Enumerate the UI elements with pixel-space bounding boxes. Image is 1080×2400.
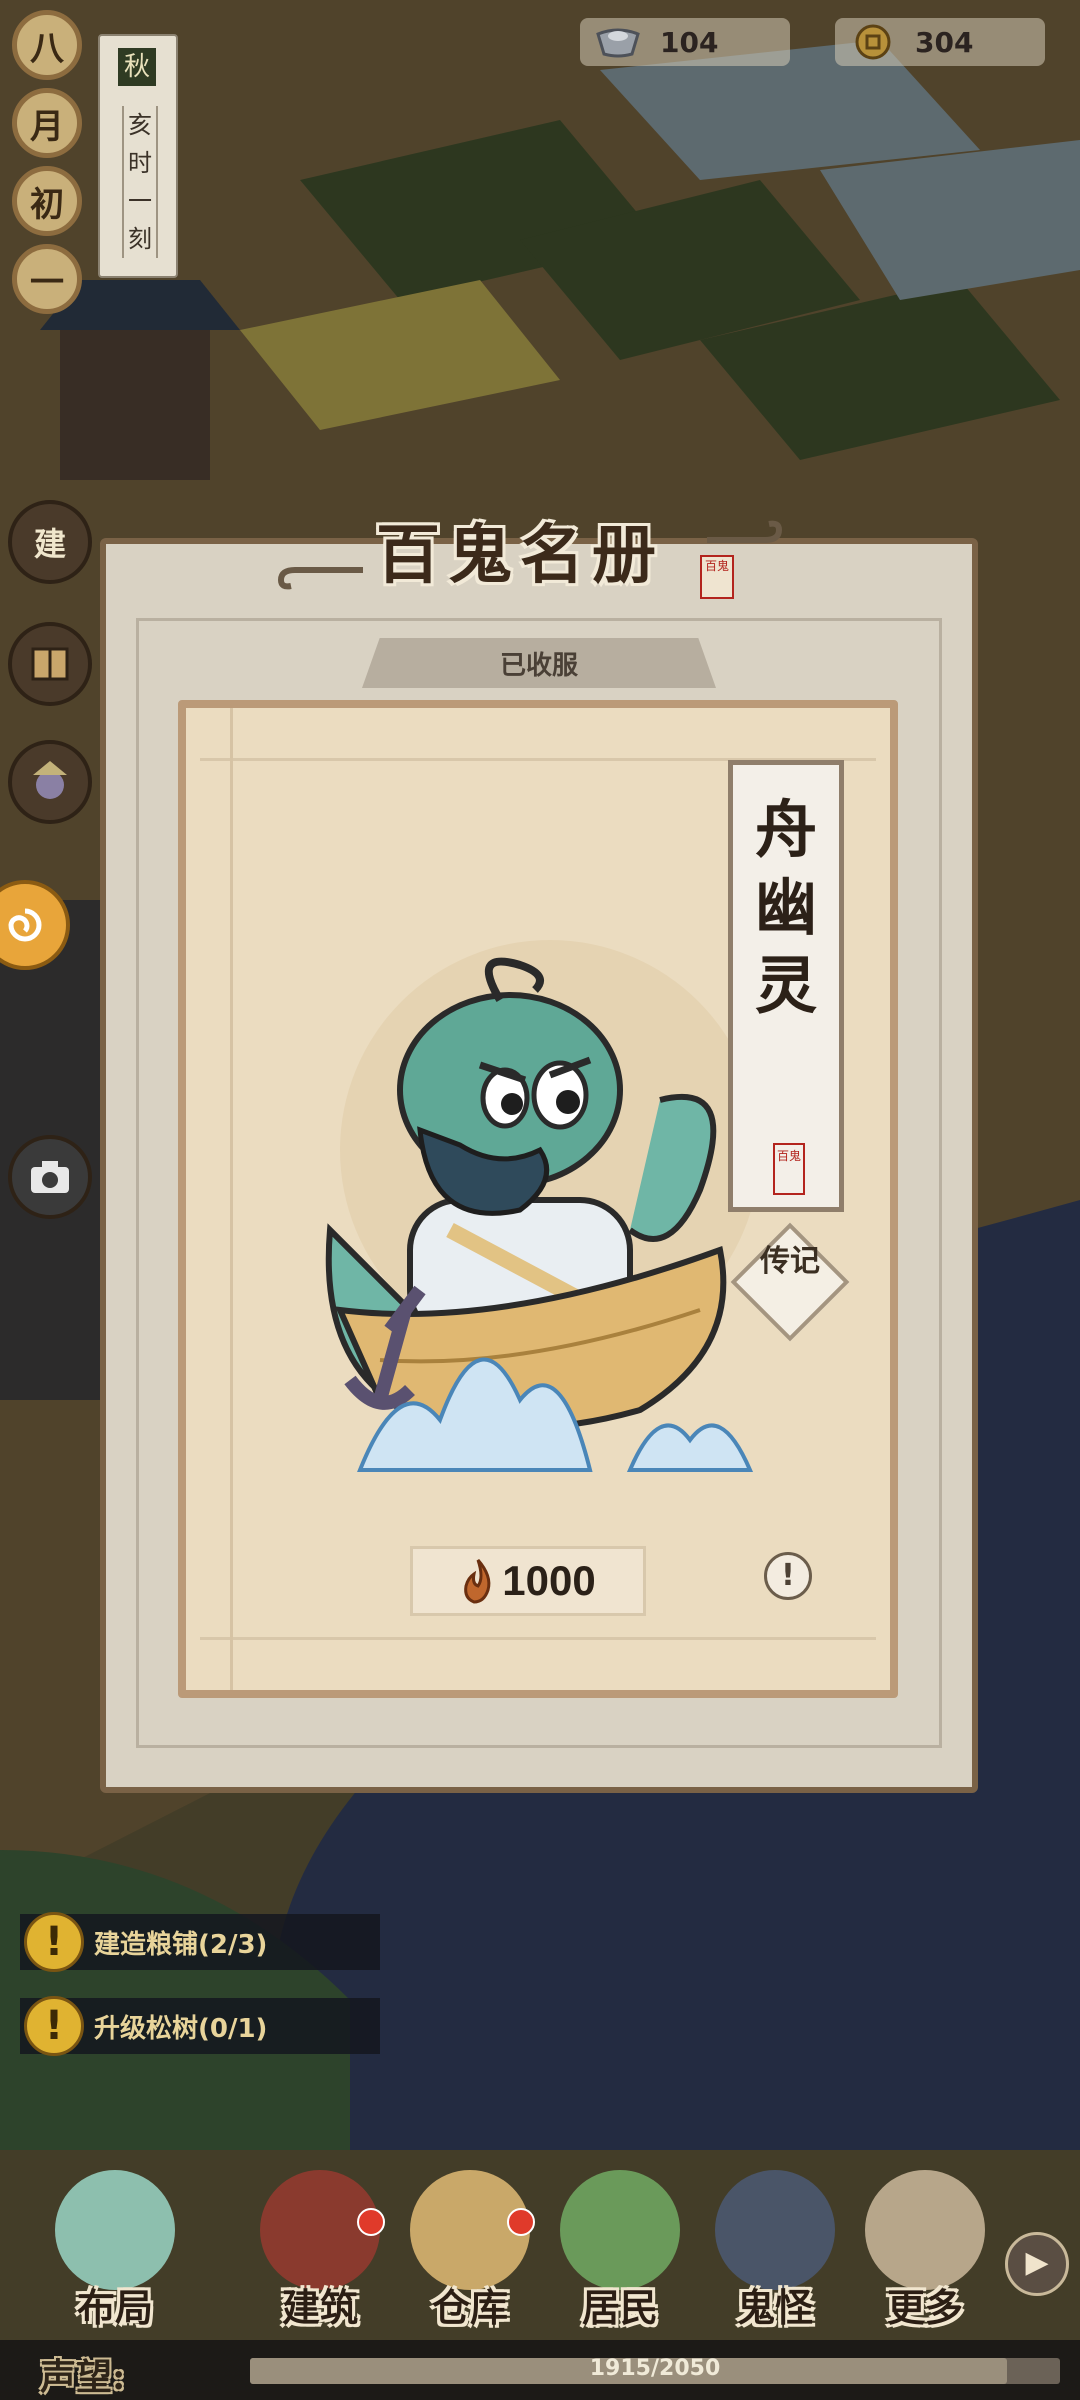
info-button[interactable]: ! [764,1552,812,1600]
title-seal-stamp: 百鬼 [700,555,734,599]
silver-counter: 104 [580,18,790,66]
time-label: 亥 时 一 刻 [122,106,158,258]
reputation-bar: 声望: 1915/2050 [0,2340,1080,2400]
nav-buildings-label: 建筑 [281,2285,358,2330]
quest-label: 升级松树(0/1) [94,2013,268,2044]
nav-next-arrow-icon[interactable]: ▶ [1005,2232,1069,2296]
camera-icon [31,1161,69,1193]
cost-display: 1000 [410,1546,646,1616]
swirl-icon [8,908,42,942]
card-bottom-pattern [200,1637,876,1676]
time-char-4: 刻 [128,225,152,253]
status-tab-label: 已收服 [499,650,578,681]
season-label: 秋 [118,48,156,86]
nav-layout-label: 布局 [76,2285,153,2330]
nav-layout[interactable]: 布局 [40,2160,190,2340]
reputation-value: 1915/2050 [589,2356,721,2381]
biography-button-label: 传记 [760,1244,820,1279]
nav-more[interactable]: 更多 [850,2160,1000,2340]
silver-ingot-icon [596,28,640,58]
ghost-name: 舟幽灵 [754,793,817,1022]
date-char-4: 一 [12,244,82,314]
copper-coin-icon [855,24,891,60]
date-char-3: 初 [12,166,82,236]
time-card: 秋 亥 时 一 刻 [98,34,178,278]
quest-item[interactable]: ! 建造粮铺(2/3) [20,1912,380,1972]
quest-label: 建造粮铺(2/3) [94,1929,268,1960]
book-button[interactable] [8,622,92,706]
time-char-3: 一 [128,187,152,215]
silver-value: 104 [660,25,719,59]
nav-more-label: 更多 [886,2285,963,2330]
quest-alert-icon: ! [24,1996,84,2056]
nav-ghosts[interactable]: 鬼怪 [700,2160,850,2340]
layout-icon [55,2170,175,2290]
nav-warehouse[interactable]: 仓库 [395,2160,545,2340]
notification-dot [357,2208,385,2236]
ghosts-icon [715,2170,835,2290]
character-button[interactable] [8,740,92,824]
flame-icon [464,1559,491,1604]
residents-icon [560,2170,680,2290]
quest-item[interactable]: ! 升级松树(0/1) [20,1996,380,2056]
date-char-1: 八 [12,10,82,80]
character-portrait-icon [33,761,67,799]
camera-button[interactable] [8,1135,92,1219]
quest-alert-icon: ! [24,1912,84,1972]
nav-warehouse-label: 仓库 [431,2285,508,2330]
nav-buildings[interactable]: 建筑 [245,2160,395,2340]
time-char-1: 亥 [128,111,152,139]
time-char-2: 时 [128,149,152,177]
date-column: 八 月 初 一 [12,10,82,460]
nav-residents[interactable]: 居民 [545,2160,695,2340]
coin-counter: 304 [835,18,1045,66]
dialog-title: 百鬼名册 [376,518,664,593]
name-seal-stamp: 百鬼 [773,1143,805,1195]
boat-ghost-illustration [325,940,760,1472]
coin-value: 304 [915,25,974,59]
reputation-label: 声望: [40,2356,126,2398]
nav-ghosts-label: 鬼怪 [736,2285,813,2330]
build-button[interactable]: 建 [8,500,92,584]
ghost-name-plaque: 舟幽灵 百鬼 [728,760,844,1212]
nav-residents-label: 居民 [581,2285,658,2330]
notification-dot [507,2208,535,2236]
build-button-label: 建 [33,525,66,563]
bottom-nav: 布局 建筑 仓库 居民 鬼怪 更多 [0,2150,1080,2340]
card-top-pattern [200,722,876,761]
status-tab: 已收服 [362,638,716,688]
more-icon [865,2170,985,2290]
cost-value: 1000 [502,1557,596,1604]
book-icon [31,647,69,681]
card-spine [230,708,233,1690]
date-char-2: 月 [12,88,82,158]
